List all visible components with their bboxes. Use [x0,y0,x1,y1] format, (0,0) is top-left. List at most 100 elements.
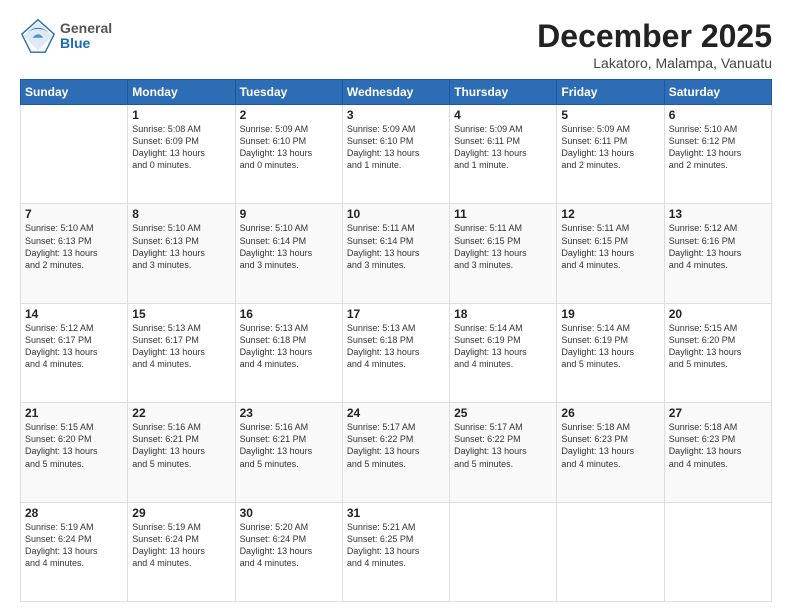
calendar-cell: 11Sunrise: 5:11 AM Sunset: 6:15 PM Dayli… [450,204,557,303]
calendar-day-header: Tuesday [235,80,342,105]
calendar-cell: 27Sunrise: 5:18 AM Sunset: 6:23 PM Dayli… [664,403,771,502]
calendar-day-header: Sunday [21,80,128,105]
calendar-cell: 4Sunrise: 5:09 AM Sunset: 6:11 PM Daylig… [450,105,557,204]
cell-info: Sunrise: 5:14 AM Sunset: 6:19 PM Dayligh… [454,322,552,371]
day-number: 2 [240,108,338,122]
calendar-day-header: Wednesday [342,80,449,105]
day-number: 27 [669,406,767,420]
cell-info: Sunrise: 5:11 AM Sunset: 6:15 PM Dayligh… [454,222,552,271]
calendar-week-row: 7Sunrise: 5:10 AM Sunset: 6:13 PM Daylig… [21,204,772,303]
day-number: 30 [240,506,338,520]
calendar-cell: 18Sunrise: 5:14 AM Sunset: 6:19 PM Dayli… [450,303,557,402]
day-number: 12 [561,207,659,221]
calendar-day-header: Thursday [450,80,557,105]
cell-info: Sunrise: 5:12 AM Sunset: 6:17 PM Dayligh… [25,322,123,371]
calendar-week-row: 28Sunrise: 5:19 AM Sunset: 6:24 PM Dayli… [21,502,772,601]
cell-info: Sunrise: 5:08 AM Sunset: 6:09 PM Dayligh… [132,123,230,172]
cell-info: Sunrise: 5:09 AM Sunset: 6:10 PM Dayligh… [347,123,445,172]
day-number: 15 [132,307,230,321]
calendar-cell [450,502,557,601]
calendar-cell [557,502,664,601]
calendar-cell: 1Sunrise: 5:08 AM Sunset: 6:09 PM Daylig… [128,105,235,204]
cell-info: Sunrise: 5:09 AM Sunset: 6:11 PM Dayligh… [454,123,552,172]
cell-info: Sunrise: 5:15 AM Sunset: 6:20 PM Dayligh… [669,322,767,371]
cell-info: Sunrise: 5:16 AM Sunset: 6:21 PM Dayligh… [132,421,230,470]
calendar-week-row: 1Sunrise: 5:08 AM Sunset: 6:09 PM Daylig… [21,105,772,204]
day-number: 23 [240,406,338,420]
calendar-cell [21,105,128,204]
calendar-cell: 26Sunrise: 5:18 AM Sunset: 6:23 PM Dayli… [557,403,664,502]
cell-info: Sunrise: 5:19 AM Sunset: 6:24 PM Dayligh… [25,521,123,570]
cell-info: Sunrise: 5:10 AM Sunset: 6:13 PM Dayligh… [25,222,123,271]
cell-info: Sunrise: 5:21 AM Sunset: 6:25 PM Dayligh… [347,521,445,570]
day-number: 1 [132,108,230,122]
day-number: 17 [347,307,445,321]
calendar-day-header: Monday [128,80,235,105]
calendar-cell: 22Sunrise: 5:16 AM Sunset: 6:21 PM Dayli… [128,403,235,502]
calendar-day-header: Friday [557,80,664,105]
calendar-cell: 6Sunrise: 5:10 AM Sunset: 6:12 PM Daylig… [664,105,771,204]
day-number: 20 [669,307,767,321]
day-number: 31 [347,506,445,520]
page: General Blue December 2025 Lakatoro, Mal… [0,0,792,612]
cell-info: Sunrise: 5:17 AM Sunset: 6:22 PM Dayligh… [347,421,445,470]
logo-blue: Blue [60,36,112,51]
cell-info: Sunrise: 5:19 AM Sunset: 6:24 PM Dayligh… [132,521,230,570]
cell-info: Sunrise: 5:17 AM Sunset: 6:22 PM Dayligh… [454,421,552,470]
calendar-cell [664,502,771,601]
calendar-week-row: 21Sunrise: 5:15 AM Sunset: 6:20 PM Dayli… [21,403,772,502]
calendar-cell: 13Sunrise: 5:12 AM Sunset: 6:16 PM Dayli… [664,204,771,303]
cell-info: Sunrise: 5:18 AM Sunset: 6:23 PM Dayligh… [669,421,767,470]
day-number: 19 [561,307,659,321]
cell-info: Sunrise: 5:09 AM Sunset: 6:10 PM Dayligh… [240,123,338,172]
calendar-week-row: 14Sunrise: 5:12 AM Sunset: 6:17 PM Dayli… [21,303,772,402]
calendar-cell: 17Sunrise: 5:13 AM Sunset: 6:18 PM Dayli… [342,303,449,402]
calendar-cell: 12Sunrise: 5:11 AM Sunset: 6:15 PM Dayli… [557,204,664,303]
subtitle: Lakatoro, Malampa, Vanuatu [537,55,772,71]
day-number: 13 [669,207,767,221]
logo-text: General Blue [60,21,112,52]
calendar-header-row: SundayMondayTuesdayWednesdayThursdayFrid… [21,80,772,105]
calendar-cell: 24Sunrise: 5:17 AM Sunset: 6:22 PM Dayli… [342,403,449,502]
calendar-cell: 25Sunrise: 5:17 AM Sunset: 6:22 PM Dayli… [450,403,557,502]
day-number: 28 [25,506,123,520]
cell-info: Sunrise: 5:11 AM Sunset: 6:15 PM Dayligh… [561,222,659,271]
cell-info: Sunrise: 5:20 AM Sunset: 6:24 PM Dayligh… [240,521,338,570]
cell-info: Sunrise: 5:14 AM Sunset: 6:19 PM Dayligh… [561,322,659,371]
cell-info: Sunrise: 5:13 AM Sunset: 6:18 PM Dayligh… [240,322,338,371]
calendar-cell: 7Sunrise: 5:10 AM Sunset: 6:13 PM Daylig… [21,204,128,303]
day-number: 4 [454,108,552,122]
calendar-cell: 19Sunrise: 5:14 AM Sunset: 6:19 PM Dayli… [557,303,664,402]
day-number: 7 [25,207,123,221]
cell-info: Sunrise: 5:12 AM Sunset: 6:16 PM Dayligh… [669,222,767,271]
day-number: 29 [132,506,230,520]
logo: General Blue [20,18,112,54]
day-number: 18 [454,307,552,321]
day-number: 5 [561,108,659,122]
cell-info: Sunrise: 5:13 AM Sunset: 6:17 PM Dayligh… [132,322,230,371]
calendar-cell: 9Sunrise: 5:10 AM Sunset: 6:14 PM Daylig… [235,204,342,303]
cell-info: Sunrise: 5:10 AM Sunset: 6:13 PM Dayligh… [132,222,230,271]
calendar-cell: 15Sunrise: 5:13 AM Sunset: 6:17 PM Dayli… [128,303,235,402]
day-number: 11 [454,207,552,221]
calendar-cell: 16Sunrise: 5:13 AM Sunset: 6:18 PM Dayli… [235,303,342,402]
cell-info: Sunrise: 5:15 AM Sunset: 6:20 PM Dayligh… [25,421,123,470]
day-number: 21 [25,406,123,420]
header: General Blue December 2025 Lakatoro, Mal… [20,18,772,71]
logo-general: General [60,21,112,36]
cell-info: Sunrise: 5:16 AM Sunset: 6:21 PM Dayligh… [240,421,338,470]
calendar-cell: 3Sunrise: 5:09 AM Sunset: 6:10 PM Daylig… [342,105,449,204]
calendar-cell: 31Sunrise: 5:21 AM Sunset: 6:25 PM Dayli… [342,502,449,601]
calendar-table: SundayMondayTuesdayWednesdayThursdayFrid… [20,79,772,602]
day-number: 3 [347,108,445,122]
calendar-cell: 23Sunrise: 5:16 AM Sunset: 6:21 PM Dayli… [235,403,342,502]
calendar-cell: 5Sunrise: 5:09 AM Sunset: 6:11 PM Daylig… [557,105,664,204]
day-number: 25 [454,406,552,420]
day-number: 10 [347,207,445,221]
calendar-cell: 2Sunrise: 5:09 AM Sunset: 6:10 PM Daylig… [235,105,342,204]
day-number: 26 [561,406,659,420]
calendar-cell: 10Sunrise: 5:11 AM Sunset: 6:14 PM Dayli… [342,204,449,303]
cell-info: Sunrise: 5:11 AM Sunset: 6:14 PM Dayligh… [347,222,445,271]
calendar-cell: 29Sunrise: 5:19 AM Sunset: 6:24 PM Dayli… [128,502,235,601]
cell-info: Sunrise: 5:09 AM Sunset: 6:11 PM Dayligh… [561,123,659,172]
